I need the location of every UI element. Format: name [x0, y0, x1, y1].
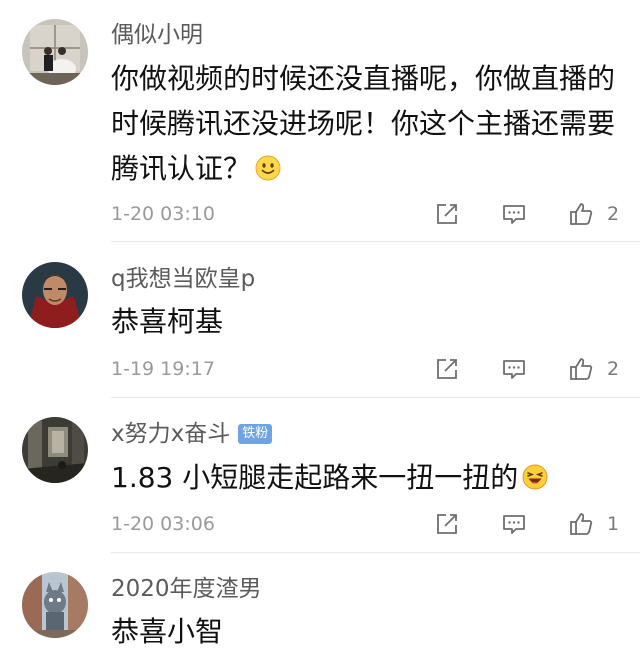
- comment-text-content: 1.83 小短腿走起路来一扭一扭的: [111, 461, 519, 494]
- comment-footer: 1-20 03:06 1: [111, 509, 631, 539]
- comment-icon[interactable]: [501, 511, 527, 537]
- comment-time: 1-20 03:10: [111, 203, 215, 225]
- avatar[interactable]: [22, 572, 88, 638]
- avatar[interactable]: [22, 19, 88, 85]
- username[interactable]: 偶似小明: [111, 20, 203, 50]
- username[interactable]: q我想当欧皇p: [111, 264, 255, 294]
- thumbs-up-icon[interactable]: [568, 356, 594, 382]
- username-text: x努力x奋斗: [111, 421, 231, 447]
- comment-time: 1-20 03:06: [111, 513, 215, 535]
- fan-badge: 铁粉: [238, 424, 273, 444]
- comment-icon[interactable]: [501, 201, 527, 227]
- like-count: 2: [607, 203, 620, 225]
- smile-emoji: [255, 155, 281, 181]
- username[interactable]: x努力x奋斗 铁粉: [111, 419, 273, 449]
- divider: [111, 552, 640, 553]
- comment-text-content: 恭喜柯基: [111, 305, 224, 338]
- like-count: 2: [607, 358, 620, 380]
- comment-text-content: 你做视频的时候还没直播呢，你做直播的时候腾讯还没进场呢！你这个主播还需要腾讯认证…: [111, 62, 616, 185]
- divider: [111, 241, 640, 242]
- comment-icon[interactable]: [501, 356, 527, 382]
- username[interactable]: 2020年度渣男: [111, 574, 262, 604]
- thumbs-up-icon[interactable]: [568, 201, 594, 227]
- comment-footer: 1-20 03:10 2: [111, 199, 631, 229]
- like-count: 1: [607, 513, 620, 535]
- comment-text: 恭喜柯基: [111, 299, 631, 344]
- comment-text: 你做视频的时候还没直播呢，你做直播的时候腾讯还没进场呢！你这个主播还需要腾讯认证…: [111, 56, 631, 191]
- comment-time: 1-19 19:17: [111, 358, 215, 380]
- laugh-emoji: [522, 464, 548, 490]
- comment-text-content: 恭喜小智: [111, 615, 224, 648]
- divider: [111, 397, 640, 398]
- share-icon[interactable]: [434, 356, 460, 382]
- avatar[interactable]: [22, 262, 88, 328]
- share-icon[interactable]: [434, 201, 460, 227]
- comment-text: 1.83 小短腿走起路来一扭一扭的: [111, 455, 631, 500]
- comment-footer: 1-19 19:17 2: [111, 354, 631, 384]
- share-icon[interactable]: [434, 511, 460, 537]
- thumbs-up-icon[interactable]: [568, 511, 594, 537]
- comment-text: 恭喜小智: [111, 609, 631, 654]
- avatar[interactable]: [22, 417, 88, 483]
